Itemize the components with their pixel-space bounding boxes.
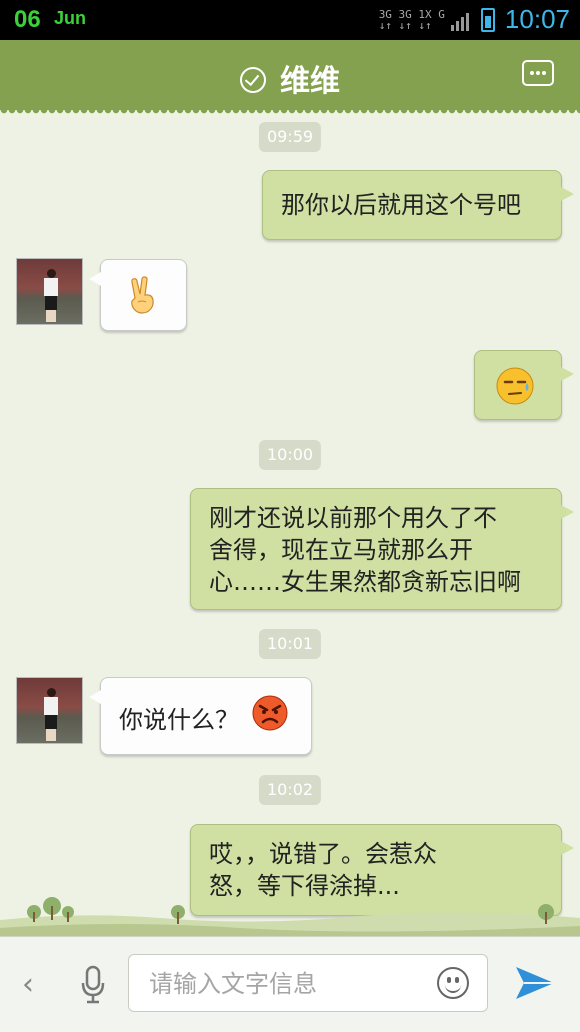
- message-input-container: [128, 954, 488, 1013]
- message-text: 你说什么？: [119, 706, 239, 734]
- battery-icon: [480, 7, 495, 32]
- message-bubble-sent[interactable]: 那你以后就用这个号吧: [262, 170, 574, 240]
- message-text: 那你以后就用这个号吧: [281, 191, 521, 219]
- message-bubble-sent[interactable]: 刚才还说以前那个用久了不 舍得，现在立马就那么开 心……女生果然都贪新忘旧啊: [190, 488, 574, 610]
- message-input[interactable]: [147, 955, 411, 1013]
- message-text-line: 舍得，现在立马就那么开: [209, 536, 473, 564]
- microphone-icon[interactable]: [80, 965, 106, 1005]
- message-timestamp: 10:02: [258, 775, 322, 805]
- signal-strength-icon: [450, 9, 471, 31]
- message-timestamp: 09:59: [258, 122, 322, 152]
- sweat-face-icon: [495, 366, 535, 414]
- message-list[interactable]: 09:59 那你以后就用这个号吧 10:00 刚才还说以前那个用久了不 舍得，现…: [0, 110, 580, 936]
- victory-hand-icon: [131, 276, 154, 314]
- message-input-bar: ‹: [0, 936, 580, 1032]
- send-plane-icon[interactable]: [514, 963, 556, 1005]
- message-text-line: 心……女生果然都贪新忘旧啊: [209, 568, 521, 596]
- check-circle-icon: [240, 66, 266, 93]
- landscape-decoration: [0, 897, 580, 936]
- contact-name: 维维: [280, 64, 340, 99]
- message-bubble-received[interactable]: 你说什么？: [89, 677, 312, 755]
- angry-face-icon: [251, 694, 289, 740]
- avatar[interactable]: [16, 258, 83, 325]
- more-dots-icon[interactable]: [522, 60, 554, 86]
- status-indicators: 3G 3G 1X G ↓↑ ↓↑ ↓↑ 10:07: [379, 4, 570, 35]
- smiley-icon[interactable]: [437, 967, 469, 999]
- message-timestamp: 10:00: [258, 440, 322, 470]
- message-bubble-sent[interactable]: [474, 350, 574, 420]
- status-date-day: 06: [14, 6, 41, 33]
- message-text-line: 刚才还说以前那个用久了不: [209, 504, 497, 532]
- message-text-line: 哎，，说错了。会惹众: [209, 840, 437, 868]
- status-bar: 06 Jun 3G 3G 1X G ↓↑ ↓↑ ↓↑ 10:07: [0, 0, 580, 40]
- message-bubble-received[interactable]: [89, 259, 187, 331]
- message-timestamp: 10:01: [258, 629, 322, 659]
- network-type-indicator: 3G 3G 1X G ↓↑ ↓↑ ↓↑: [378, 7, 445, 32]
- contact-name-title[interactable]: 维维: [0, 56, 580, 100]
- avatar[interactable]: [16, 677, 83, 744]
- status-time: 10:07: [504, 4, 570, 34]
- chat-header: 维维: [0, 40, 580, 114]
- status-date-month: Jun: [54, 8, 87, 28]
- chevron-left-icon[interactable]: ‹: [22, 967, 34, 1002]
